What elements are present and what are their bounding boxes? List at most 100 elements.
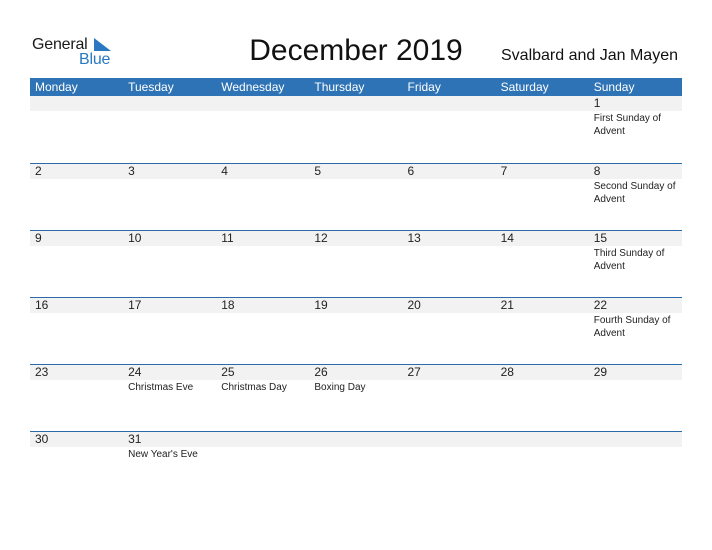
day-cell: 28 — [496, 365, 589, 431]
weekday-saturday: Saturday — [500, 80, 549, 94]
day-cell: 7 — [496, 164, 589, 230]
weekday-header: Monday Tuesday Wednesday Thursday Friday Satu… — [30, 78, 682, 96]
week-row: 2 3 4 5 6 7 8 Second Sunday of Advent — [30, 163, 682, 230]
holiday-label: Second Sunday of Advent — [593, 181, 676, 205]
day-number: 28 — [500, 365, 514, 379]
day-cell — [589, 432, 682, 498]
week-row: 16 17 18 19 20 21 22 Fourth Sunday of Advent — [30, 297, 682, 364]
week-row: 23 24 Christmas Eve 25 Christmas Day 26 Boxing… — [30, 364, 682, 431]
day-cell: 11 — [216, 231, 309, 297]
day-cell: 10 — [123, 231, 216, 297]
day-cell: 4 — [216, 164, 309, 230]
day-cell — [309, 96, 402, 163]
day-number — [408, 432, 496, 447]
day-cell: 12 — [309, 231, 402, 297]
day-number: 23 — [35, 365, 49, 379]
day-number: 15 — [593, 231, 608, 245]
day-number: 31 — [128, 432, 142, 446]
day-number: 26 — [314, 365, 328, 379]
day-number: 21 — [500, 298, 514, 312]
region-label: Svalbard and Jan Mayen — [501, 47, 678, 64]
day-number: 5 — [314, 164, 322, 178]
day-cell: 29 — [589, 365, 682, 431]
day-number — [314, 432, 402, 447]
day-cell: 16 — [30, 298, 123, 364]
day-cell: 3 — [123, 164, 216, 230]
holiday-label: Boxing Day — [314, 382, 366, 393]
day-number: 1 — [593, 96, 601, 110]
day-number: 24 — [128, 365, 142, 379]
day-number: 7 — [500, 164, 508, 178]
holiday-label: First Sunday of Advent — [593, 113, 662, 137]
day-cell — [403, 96, 496, 163]
day-cell: 26 Boxing Day — [309, 365, 402, 431]
day-number — [408, 96, 496, 111]
holiday-label: Christmas Eve — [128, 382, 194, 393]
day-cell — [216, 96, 309, 163]
day-number: 11 — [221, 231, 234, 245]
day-number: 10 — [128, 231, 142, 245]
day-number: 3 — [128, 164, 135, 178]
day-cell: 17 — [123, 298, 216, 364]
weeks-container: 1 First Sunday of Advent 2 3 4 5 6 7 8 Second Sun… — [30, 96, 682, 498]
day-cell: 27 — [403, 365, 496, 431]
day-number: 17 — [128, 298, 142, 312]
day-number: 16 — [35, 298, 49, 312]
day-cell: 25 Christmas Day — [216, 365, 309, 431]
week-row: 9 10 11 12 13 14 15 Third Sunday of Advent — [30, 230, 682, 297]
weekday-friday: Friday — [407, 80, 441, 94]
day-number: 18 — [221, 298, 235, 312]
day-number: 25 — [221, 365, 235, 379]
day-number: 12 — [314, 231, 328, 245]
day-cell — [403, 432, 496, 498]
day-number: 22 — [593, 298, 608, 312]
holiday-label: Fourth Sunday of Advent — [593, 315, 671, 339]
day-number: 13 — [407, 231, 421, 245]
day-number: 27 — [407, 365, 421, 379]
day-number: 29 — [593, 365, 608, 379]
day-cell: 20 — [403, 298, 496, 364]
day-cell: 31 New Year's Eve — [123, 432, 216, 498]
day-cell: 21 — [496, 298, 589, 364]
day-cell: 6 — [403, 164, 496, 230]
weekday-wednesday: Wednesday — [221, 80, 285, 94]
day-number: 9 — [35, 231, 42, 245]
weekday-sunday: Sunday — [593, 80, 635, 94]
day-cell — [30, 96, 123, 163]
day-number — [314, 96, 402, 111]
day-number: 14 — [500, 231, 514, 245]
week-row: 30 31 New Year's Eve — [30, 431, 682, 498]
day-cell — [123, 96, 216, 163]
day-cell: 19 — [309, 298, 402, 364]
day-number: 30 — [35, 432, 49, 446]
day-cell — [496, 432, 589, 498]
day-number — [221, 432, 309, 447]
weekday-monday: Monday — [35, 80, 78, 94]
day-cell: 22 Fourth Sunday of Advent — [589, 298, 682, 364]
day-number: 20 — [407, 298, 421, 312]
calendar-grid: Monday Tuesday Wednesday Thursday Friday Satu… — [30, 78, 682, 498]
day-number: 2 — [35, 164, 42, 178]
holiday-label: Third Sunday of Advent — [593, 248, 665, 272]
week-row: 1 First Sunday of Advent — [30, 96, 682, 163]
day-number: 19 — [314, 298, 328, 312]
day-number — [501, 432, 589, 447]
day-cell: 30 — [30, 432, 123, 498]
day-cell: 9 — [30, 231, 123, 297]
day-cell: 18 — [216, 298, 309, 364]
weekday-tuesday: Tuesday — [128, 80, 174, 94]
day-cell: 23 — [30, 365, 123, 431]
day-number: 8 — [593, 164, 601, 178]
day-cell: 5 — [309, 164, 402, 230]
day-cell: 24 Christmas Eve — [123, 365, 216, 431]
day-number: 6 — [407, 164, 415, 178]
day-cell: 14 — [496, 231, 589, 297]
day-cell: 1 First Sunday of Advent — [589, 96, 682, 163]
day-number: 4 — [221, 164, 228, 178]
holiday-label: Christmas Day — [221, 382, 287, 393]
day-cell: 13 — [403, 231, 496, 297]
holiday-label: New Year's Eve — [128, 449, 198, 460]
weekday-thursday: Thursday — [314, 80, 365, 94]
day-number — [501, 96, 589, 111]
day-number — [221, 96, 309, 111]
